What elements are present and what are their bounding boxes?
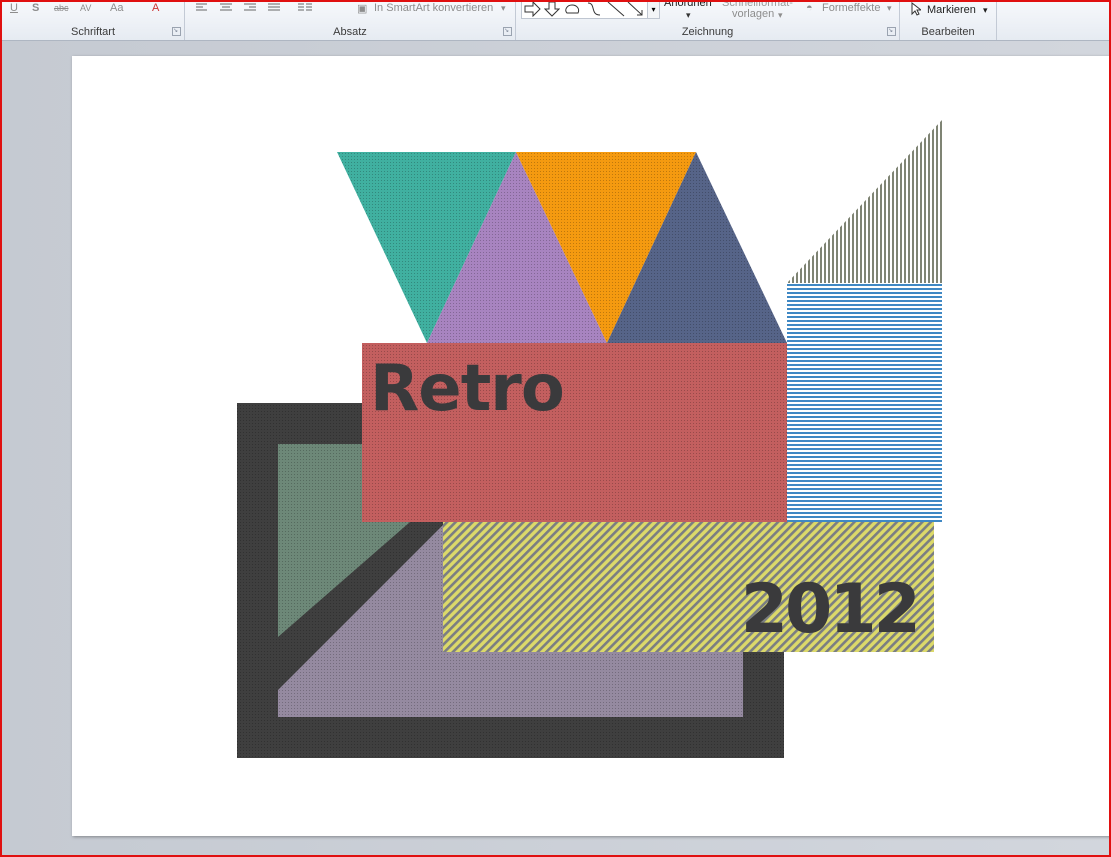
slide-artwork: Retro 2012 [237,120,942,758]
olive-stripe-triangle-shape[interactable] [787,120,942,283]
slide-year[interactable]: 2012 [741,570,921,649]
blue-stripe-rectangle-shape[interactable] [787,283,942,522]
slide-title[interactable]: Retro [370,352,565,426]
